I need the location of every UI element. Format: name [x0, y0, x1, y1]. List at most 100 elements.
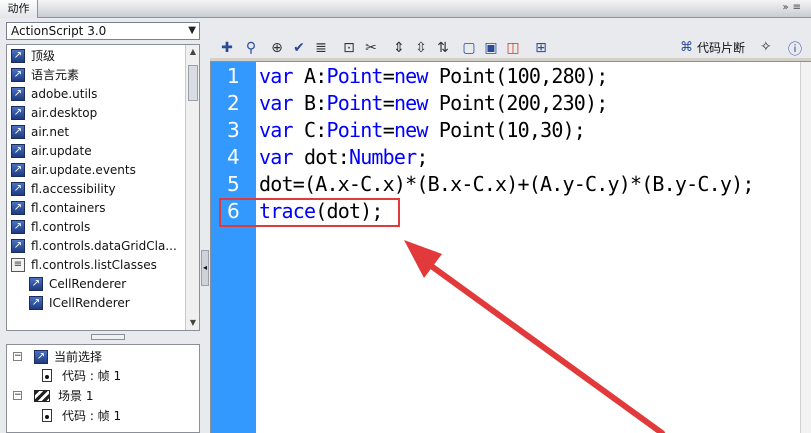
code-keyword: var: [259, 118, 294, 142]
library-item[interactable]: ↗ air.net: [11, 122, 189, 141]
tree-label: 代码 : 帧 1: [62, 409, 122, 423]
code-text: B:: [292, 91, 327, 115]
library-item[interactable]: ↗ fl.containers: [11, 198, 189, 217]
library-item[interactable]: ↗ ICellRenderer: [29, 293, 199, 312]
library-scrollbar[interactable]: ▲ ▼: [185, 45, 199, 330]
code-keyword: var: [259, 64, 294, 88]
code-line[interactable]: var C:Point=new Point(10,30);: [259, 117, 586, 144]
code-text: =: [382, 91, 395, 115]
panel-splitter[interactable]: [6, 333, 200, 342]
collapse-icon[interactable]: −: [13, 391, 22, 400]
library-item[interactable]: ↗ 顶级: [11, 46, 189, 65]
scroll-thumb[interactable]: [188, 65, 198, 101]
scroll-down-icon[interactable]: ▼: [186, 316, 199, 330]
scroll-up-icon[interactable]: ▲: [186, 45, 199, 59]
code-text: =: [382, 118, 395, 142]
collapse-toolbox-handle[interactable]: ◂: [201, 250, 209, 286]
library-item[interactable]: ≡ fl.controls.listClasses: [11, 255, 189, 274]
library-item-label: air.desktop: [31, 105, 98, 120]
debug-options-icon[interactable]: ✂: [362, 39, 380, 57]
package-icon: ↗: [11, 181, 25, 196]
library-item-label: 语言元素: [31, 68, 80, 82]
code-keyword: Number: [348, 145, 417, 169]
library-item[interactable]: ↗ fl.controls.dataGridCla...: [11, 236, 189, 255]
line-number: 3: [227, 118, 240, 142]
add-item-icon[interactable]: ✚: [218, 39, 236, 57]
check-syntax-icon[interactable]: ✔: [290, 39, 308, 57]
code-snippets-button[interactable]: ⌘ 代码片断: [680, 39, 745, 57]
editor-scrollbar[interactable]: [800, 62, 811, 433]
package-icon: ↗: [11, 238, 25, 253]
library-item-label: fl.containers: [31, 200, 106, 215]
package-icon: ↗: [11, 86, 25, 101]
apply-line-comment-icon[interactable]: ▣: [482, 39, 500, 57]
code-line[interactable]: dot=(A.x-C.x)*(B.x-C.x)+(A.y-C.y)*(B.y-C…: [259, 171, 754, 198]
auto-format-icon[interactable]: ≣: [312, 39, 330, 57]
code-keyword: var: [259, 145, 294, 169]
code-text: dot:: [292, 145, 350, 169]
collapse-icon[interactable]: −: [13, 352, 22, 361]
keyframe-icon: [42, 409, 52, 422]
magic-wand-icon[interactable]: ✧: [760, 39, 772, 55]
code-keyword: new: [393, 91, 429, 115]
line-number: 1: [227, 64, 240, 88]
library-item[interactable]: ↗ air.update.events: [11, 160, 189, 179]
code-line[interactable]: var B:Point=new Point(200,230);: [259, 90, 608, 117]
code-line[interactable]: var dot:Number;: [259, 144, 428, 171]
code-text: Point(10,30);: [427, 118, 586, 142]
code-hint-icon[interactable]: ⊡: [340, 39, 358, 57]
show-toolbox-icon[interactable]: ⊞: [532, 39, 550, 57]
package-icon: ↗: [11, 48, 25, 63]
snippets-icon: ⌘: [680, 40, 693, 55]
chevron-down-icon[interactable]: ▼: [188, 23, 196, 39]
library-item[interactable]: ↗ fl.accessibility: [11, 179, 189, 198]
remove-comment-icon[interactable]: ◫: [504, 39, 522, 57]
code-keyword: Point: [326, 91, 383, 115]
library-item[interactable]: ↗ fl.controls: [11, 217, 189, 236]
code-line[interactable]: var A:Point=new Point(100,280);: [259, 63, 608, 90]
panel-menu-icon[interactable]: »≡: [783, 2, 806, 13]
script-navigator: − ↗ 当前选择 代码 : 帧 1 − 场景 1 代码 : 帧 1: [6, 344, 200, 433]
class-icon: ↗: [29, 276, 43, 291]
code-text: Point(100,280);: [427, 64, 608, 88]
tree-label: 场景 1: [58, 389, 94, 403]
code-text: dot=(A.x-C.x)*(B.x-C.x)+(A.y-C.y)*(B.y-C…: [259, 172, 754, 196]
code-keyword: Point: [326, 118, 383, 142]
package-icon: ↗: [11, 124, 25, 139]
language-version-select[interactable]: ActionScript 3.0 ▼: [6, 22, 200, 40]
script-editor[interactable]: 1 2 3 4 5 6 var A:Point=new Point(100,280); var…: [210, 61, 811, 433]
collapse-selection-icon[interactable]: ⇳: [412, 39, 430, 57]
library-item[interactable]: ↗ air.desktop: [11, 103, 189, 122]
library-item-label: fl.controls: [31, 219, 91, 234]
collapse-between-braces-icon[interactable]: ⇕: [390, 39, 408, 57]
book-icon: ≡: [11, 257, 25, 272]
code-text: Point(200,230);: [427, 91, 608, 115]
keyframe-icon: [42, 369, 52, 382]
find-icon[interactable]: ⚲: [242, 39, 260, 57]
library-item[interactable]: ↗ 语言元素: [11, 65, 189, 84]
panel-title-bar: 动作 »≡: [0, 0, 811, 18]
library-item[interactable]: ↗ adobe.utils: [11, 84, 189, 103]
help-icon[interactable]: ⓘ: [788, 39, 802, 59]
tree-row-current-selection[interactable]: − ↗ 当前选择: [13, 347, 102, 366]
class-icon: ↗: [29, 295, 43, 310]
language-library-list: ↗ ICellRenderer ↗ CellRenderer ≡ fl.controls.…: [6, 44, 200, 331]
actions-panel-tab[interactable]: 动作: [0, 0, 38, 18]
tree-label: 当前选择: [54, 350, 103, 364]
apply-block-comment-icon[interactable]: ▢: [460, 39, 478, 57]
expand-all-icon[interactable]: ⇅: [434, 39, 452, 57]
package-icon: ↗: [11, 143, 25, 158]
library-item[interactable]: ↗ CellRenderer: [29, 274, 199, 293]
library-item[interactable]: ↗ air.update: [11, 141, 189, 160]
splitter-grip[interactable]: [91, 334, 125, 340]
library-item-label: air.net: [31, 124, 70, 139]
code-text: C:: [292, 118, 327, 142]
tree-row-scene[interactable]: − 场景 1: [13, 386, 93, 405]
target-path-icon[interactable]: ⊕: [268, 39, 286, 57]
tree-row-code-frame[interactable]: 代码 : 帧 1: [42, 366, 121, 385]
tree-row-code-frame[interactable]: 代码 : 帧 1: [42, 406, 121, 425]
line-number: 5: [227, 172, 240, 196]
library-item-label: air.update.events: [31, 162, 136, 177]
library-item-label: adobe.utils: [31, 86, 98, 101]
library-item-label: fl.accessibility: [31, 181, 116, 196]
